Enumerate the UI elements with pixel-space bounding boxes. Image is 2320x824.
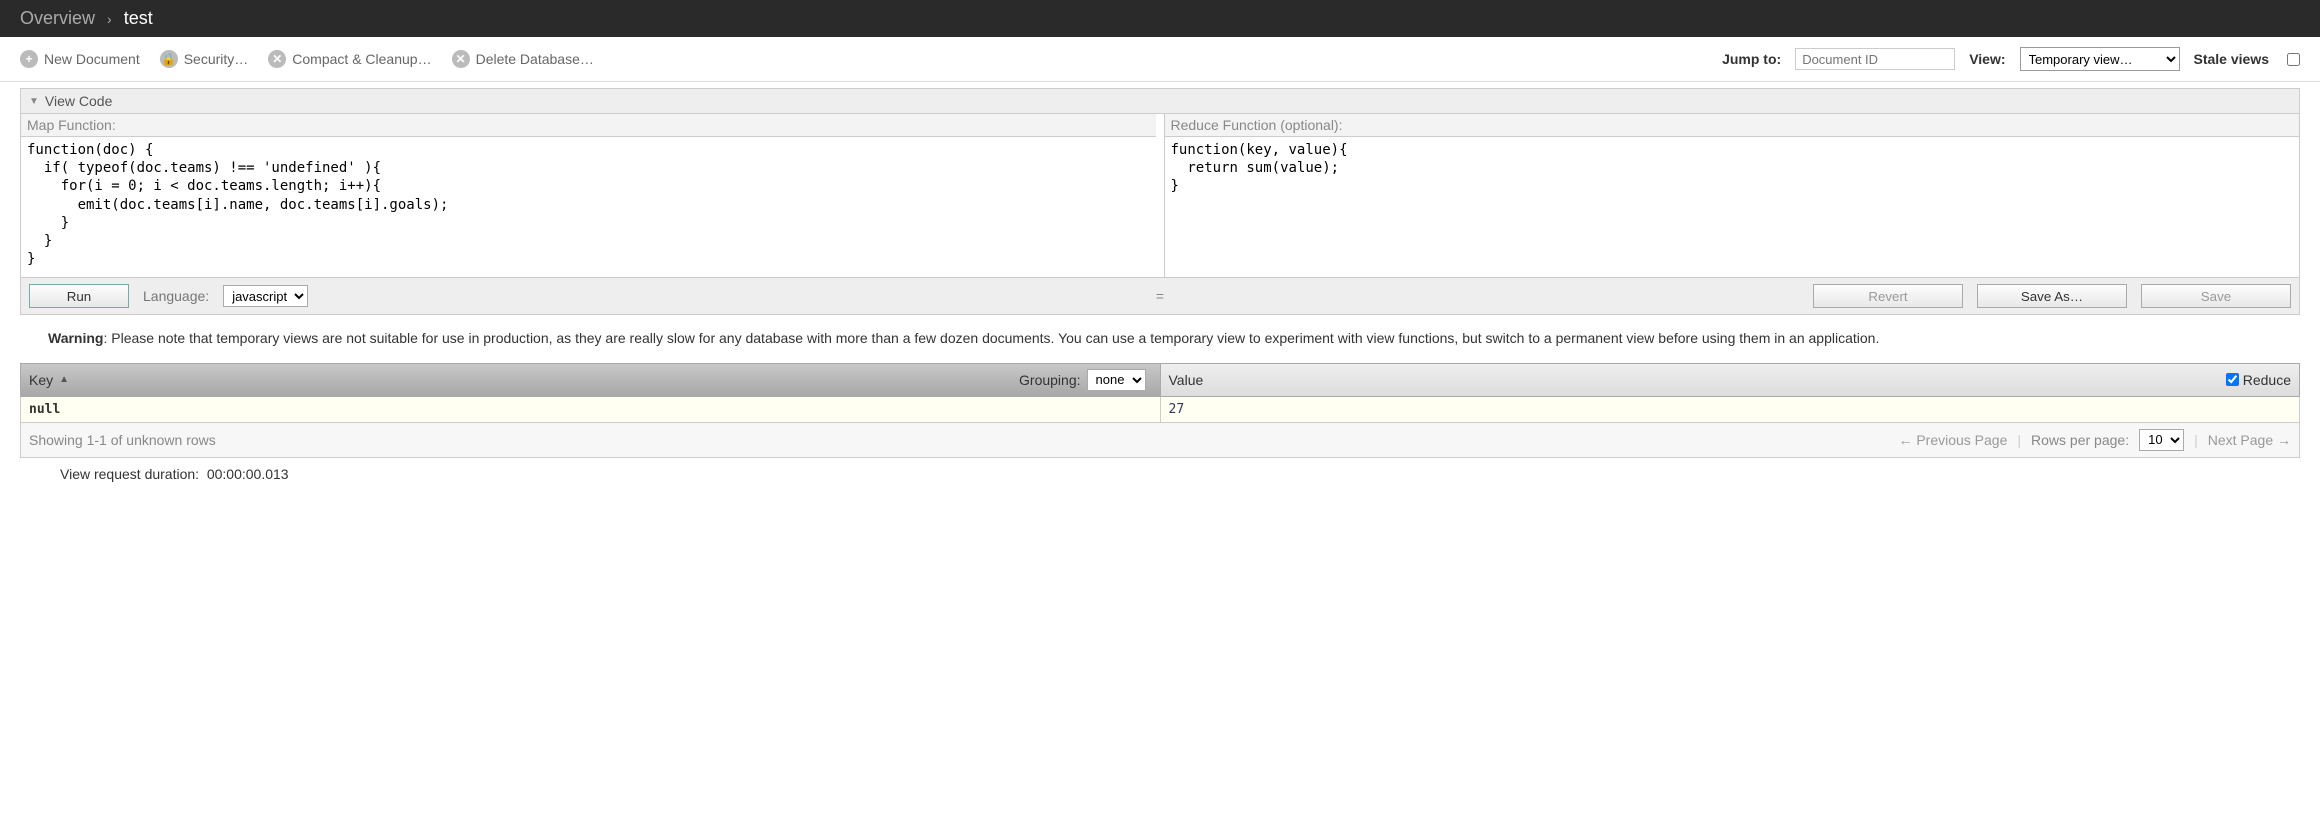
grouping-select[interactable]: none bbox=[1087, 369, 1146, 391]
compact-label: Compact & Cleanup… bbox=[292, 51, 431, 67]
revert-button[interactable]: Revert bbox=[1813, 284, 1963, 308]
sort-asc-icon: ▲ bbox=[59, 374, 69, 385]
view-code-toggle[interactable]: ▼ View Code bbox=[20, 88, 2300, 114]
separator: | bbox=[2017, 432, 2021, 448]
save-button[interactable]: Save bbox=[2141, 284, 2291, 308]
delete-database-label: Delete Database… bbox=[476, 51, 594, 67]
chevron-right-icon: › bbox=[107, 11, 112, 27]
separator: | bbox=[2194, 432, 2198, 448]
compact-button[interactable]: ✕ Compact & Cleanup… bbox=[268, 50, 431, 68]
jump-to-label: Jump to: bbox=[1722, 51, 1781, 67]
reduce-label: Reduce bbox=[2243, 372, 2291, 388]
new-document-label: New Document bbox=[44, 51, 140, 67]
warning-text: : Please note that temporary views are n… bbox=[103, 330, 1879, 346]
rows-per-page-select[interactable]: 10 bbox=[2139, 429, 2184, 451]
toolbar: + New Document 🔒 Security… ✕ Compact & C… bbox=[0, 37, 2320, 82]
language-label: Language: bbox=[143, 288, 209, 304]
equals-icon: = bbox=[1156, 288, 1164, 304]
reduce-checkbox[interactable] bbox=[2226, 373, 2239, 386]
rows-per-page-label: Rows per page: bbox=[2031, 432, 2129, 448]
breadcrumb-overview[interactable]: Overview bbox=[20, 8, 95, 29]
triangle-down-icon: ▼ bbox=[29, 96, 39, 107]
grouping-label: Grouping: bbox=[1019, 372, 1080, 388]
duration-label: View request duration: bbox=[60, 466, 199, 482]
stale-views-checkbox[interactable] bbox=[2287, 53, 2300, 66]
save-as-button[interactable]: Save As… bbox=[1977, 284, 2127, 308]
view-select[interactable]: Temporary view… bbox=[2020, 47, 2180, 71]
stale-views-label: Stale views bbox=[2194, 51, 2270, 67]
security-button[interactable]: 🔒 Security… bbox=[160, 50, 249, 68]
lock-icon: 🔒 bbox=[160, 50, 178, 68]
map-function-editor[interactable] bbox=[21, 137, 1156, 277]
compact-icon: ✕ bbox=[268, 50, 286, 68]
view-label: View: bbox=[1969, 51, 2005, 67]
security-label: Security… bbox=[184, 51, 249, 67]
value-header-label: Value bbox=[1169, 372, 1204, 388]
value-column-header: Value Reduce bbox=[1160, 364, 2300, 396]
delete-database-button[interactable]: ✕ Delete Database… bbox=[452, 50, 594, 68]
view-code-label: View Code bbox=[45, 93, 112, 109]
showing-text: Showing 1-1 of unknown rows bbox=[29, 432, 216, 448]
breadcrumb-db[interactable]: test bbox=[124, 8, 153, 29]
key-column-header[interactable]: Key ▲ Grouping: none bbox=[21, 364, 1160, 396]
breadcrumb: Overview › test bbox=[0, 0, 2320, 37]
next-page-link[interactable]: Next Page → bbox=[2208, 432, 2291, 448]
table-row[interactable]: null 27 bbox=[20, 397, 2300, 423]
plus-icon: + bbox=[20, 50, 38, 68]
result-key: null bbox=[21, 397, 1160, 422]
run-button[interactable]: Run bbox=[29, 284, 129, 308]
language-select[interactable]: javascript bbox=[223, 285, 308, 307]
warning-prefix: Warning bbox=[48, 330, 103, 346]
warning-message: Warning: Please note that temporary view… bbox=[20, 315, 2300, 363]
jump-to-input[interactable] bbox=[1795, 48, 1955, 70]
delete-icon: ✕ bbox=[452, 50, 470, 68]
new-document-button[interactable]: + New Document bbox=[20, 50, 140, 68]
reduce-function-editor[interactable] bbox=[1165, 137, 2300, 277]
map-function-label: Map Function: bbox=[21, 114, 1156, 137]
request-duration: View request duration: 00:00:00.013 bbox=[20, 458, 2300, 490]
duration-value: 00:00:00.013 bbox=[207, 466, 289, 482]
result-value: 27 bbox=[1160, 397, 2300, 422]
key-header-label: Key bbox=[29, 372, 53, 388]
reduce-function-label: Reduce Function (optional): bbox=[1165, 114, 2300, 137]
previous-page-link[interactable]: ← Previous Page bbox=[1898, 432, 2007, 448]
